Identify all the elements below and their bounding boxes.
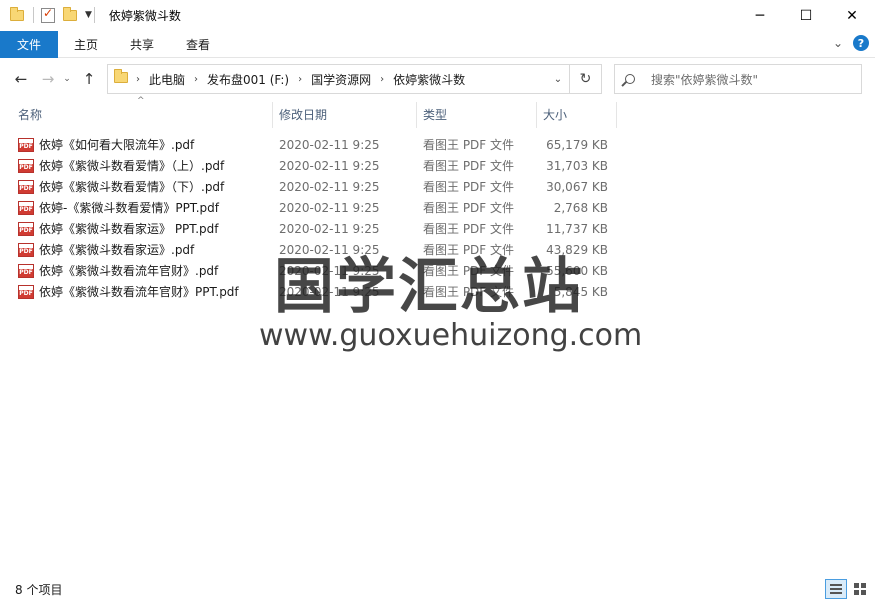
file-type: 看图王 PDF 文件 — [423, 138, 515, 152]
new-folder-icon[interactable] — [62, 6, 78, 23]
navigation-bar: ← → ⌄ ↑ › 此电脑 › 发布盘001 (F:) › 国学资源网 › 依婷… — [0, 58, 875, 100]
toolbar-divider — [33, 7, 34, 23]
pdf-file-icon: PDF — [18, 221, 34, 236]
file-date: 2020-02-11 9:25 — [279, 179, 380, 194]
file-name: 依婷《紫微斗数看爱情》（上）.pdf — [39, 159, 225, 173]
back-button[interactable]: ← — [9, 67, 33, 91]
folder-icon[interactable] — [9, 6, 25, 23]
details-view-button[interactable] — [825, 579, 847, 599]
file-name: 依婷《紫微斗数看家运》.pdf — [39, 243, 195, 257]
pdf-file-icon: PDF — [18, 284, 34, 299]
file-row[interactable]: PDF 依婷《紫微斗数看家运》 PPT.pdf 2020-02-11 9:25 看… — [0, 218, 875, 239]
tab-share[interactable]: 共享 — [114, 31, 170, 58]
file-name: 依婷《紫微斗数看流年官财》.pdf — [39, 264, 219, 278]
chevron-right-icon[interactable]: › — [136, 74, 140, 85]
window-title: 依婷紫微斗数 — [108, 8, 181, 23]
file-row[interactable]: PDF 依婷《紫微斗数看爱情》（上）.pdf 2020-02-11 9:25 看图… — [0, 155, 875, 176]
file-size: 30,067 KB — [546, 179, 608, 194]
breadcrumb-folder[interactable]: 国学资源网 — [311, 71, 371, 88]
watermark-url: www.guoxuehuizong.com — [259, 318, 643, 353]
column-header-size[interactable]: 大小 — [543, 100, 567, 128]
search-box[interactable]: 搜索"依婷紫微斗数" — [614, 64, 862, 94]
column-header-type[interactable]: 类型 — [423, 100, 447, 128]
pdf-file-icon: PDF — [18, 263, 34, 278]
item-count: 8 个项目 — [15, 582, 63, 597]
file-type: 看图王 PDF 文件 — [423, 222, 515, 236]
file-name: 依婷《紫微斗数看流年官财》PPT.pdf — [39, 285, 239, 299]
large-icons-view-button[interactable] — [849, 579, 871, 599]
breadcrumb-this-pc[interactable]: 此电脑 — [149, 71, 185, 88]
chevron-down-icon[interactable]: ⌄ — [547, 65, 569, 93]
forward-button[interactable]: → — [36, 67, 60, 91]
refresh-button[interactable]: ↻ — [569, 65, 601, 93]
up-button[interactable]: ↑ — [77, 67, 101, 91]
tab-view[interactable]: 查看 — [170, 31, 226, 58]
file-name: 依婷《紫微斗数看爱情》（下）.pdf — [39, 180, 225, 194]
file-date: 2020-02-11 9:25 — [279, 158, 380, 173]
pdf-file-icon: PDF — [18, 137, 34, 152]
pdf-file-icon: PDF — [18, 242, 34, 257]
close-button[interactable]: ✕ — [829, 0, 875, 31]
tab-home[interactable]: 主页 — [58, 31, 114, 58]
file-size: 11,737 KB — [546, 221, 608, 236]
address-bar[interactable]: › 此电脑 › 发布盘001 (F:) › 国学资源网 › 依婷紫微斗数 ⌄ ↻ — [107, 64, 602, 94]
folder-icon — [114, 69, 128, 86]
chevron-right-icon[interactable]: › — [298, 74, 302, 85]
maximize-button[interactable]: ☐ — [783, 0, 829, 31]
file-size: 31,703 KB — [546, 158, 608, 173]
sort-ascending-icon: ^ — [137, 96, 145, 106]
column-headers: ^ 名称 修改日期 类型 大小 — [0, 96, 875, 128]
file-date: 2020-02-11 9:25 — [279, 137, 380, 152]
file-row[interactable]: PDF 依婷《紫微斗数看爱情》（下）.pdf 2020-02-11 9:25 看图… — [0, 176, 875, 197]
toolbar-divider — [93, 7, 95, 23]
search-icon — [615, 74, 645, 84]
large-icons-view-icon — [854, 583, 866, 595]
breadcrumb-current[interactable]: 依婷紫微斗数 — [393, 71, 465, 88]
file-type: 看图王 PDF 文件 — [423, 180, 515, 194]
breadcrumb-drive[interactable]: 发布盘001 (F:) — [207, 71, 289, 88]
properties-icon[interactable] — [40, 6, 56, 23]
help-icon[interactable]: ? — [853, 35, 869, 51]
window-controls: ─ ☐ ✕ — [737, 0, 875, 31]
status-bar: 8 个项目 — [0, 576, 875, 602]
column-header-date[interactable]: 修改日期 — [279, 100, 327, 128]
file-name: 依婷《如何看大限流年》.pdf — [39, 138, 195, 152]
file-type: 看图王 PDF 文件 — [423, 201, 515, 215]
file-size: 2,768 KB — [553, 200, 608, 215]
pdf-file-icon: PDF — [18, 158, 34, 173]
view-switcher — [825, 579, 871, 599]
file-name: 依婷《紫微斗数看家运》 PPT.pdf — [39, 222, 219, 236]
tab-file[interactable]: 文件 — [0, 30, 58, 58]
pdf-file-icon: PDF — [18, 179, 34, 194]
file-name: 依婷-《紫微斗数看爱情》PPT.pdf — [39, 201, 219, 215]
ribbon-tabs: 文件 主页 共享 查看 ⌄ ? — [0, 30, 875, 58]
file-type: 看图王 PDF 文件 — [423, 159, 515, 173]
quick-access-toolbar: ▼ — [0, 0, 101, 31]
watermark-title: 国学汇总站 — [274, 252, 584, 322]
chevron-right-icon[interactable]: › — [194, 74, 198, 85]
column-header-name[interactable]: 名称 — [18, 100, 42, 128]
details-view-icon — [830, 584, 842, 594]
column-divider[interactable] — [616, 102, 617, 128]
title-bar: ▼ 依婷紫微斗数 ─ ☐ ✕ — [0, 0, 875, 31]
recent-locations-button[interactable]: ⌄ — [60, 67, 74, 91]
minimize-button[interactable]: ─ — [737, 0, 783, 31]
file-row[interactable]: PDF 依婷-《紫微斗数看爱情》PPT.pdf 2020-02-11 9:25 看… — [0, 197, 875, 218]
file-size: 65,179 KB — [546, 137, 608, 152]
search-input[interactable]: 搜索"依婷紫微斗数" — [651, 71, 758, 88]
expand-ribbon-icon[interactable]: ⌄ — [833, 36, 843, 50]
pdf-file-icon: PDF — [18, 200, 34, 215]
column-divider[interactable] — [416, 102, 417, 128]
column-divider[interactable] — [272, 102, 273, 128]
customize-toolbar-icon[interactable]: ▼ — [85, 10, 92, 20]
file-date: 2020-02-11 9:25 — [279, 200, 380, 215]
chevron-right-icon[interactable]: › — [380, 74, 384, 85]
file-date: 2020-02-11 9:25 — [279, 221, 380, 236]
column-divider[interactable] — [536, 102, 537, 128]
file-row[interactable]: PDF 依婷《如何看大限流年》.pdf 2020-02-11 9:25 看图王 P… — [0, 134, 875, 155]
